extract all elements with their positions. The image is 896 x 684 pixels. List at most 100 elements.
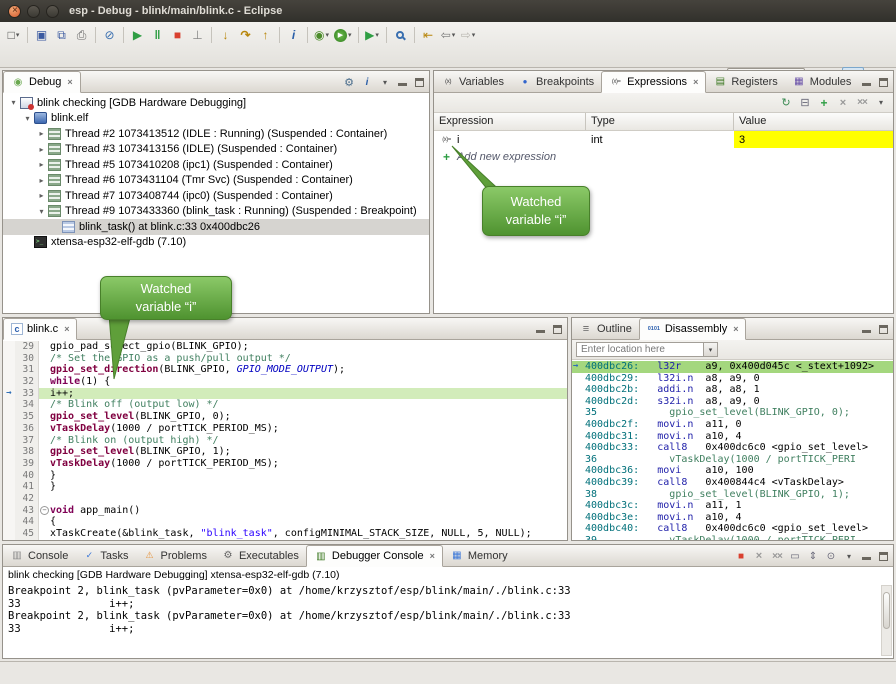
debug-tree-item[interactable]: blink_task() at blink.c:33 0x400dbc26	[3, 219, 429, 235]
code-line[interactable]: 45 xTaskCreate(&blink_task, "blink_task"…	[3, 528, 567, 540]
minimize-view-icon[interactable]	[859, 322, 874, 337]
console-scrollbar[interactable]	[881, 585, 892, 656]
code-line[interactable]: 40 }	[3, 470, 567, 482]
disassembly-line[interactable]: 400dbc33: call8 0x400dc6c0 <gpio_set_lev…	[572, 442, 893, 454]
tab-expressions[interactable]: Expressions	[601, 71, 706, 93]
column-expression[interactable]: Expression	[434, 113, 586, 130]
forward-icon[interactable]: ⇨▾	[459, 25, 478, 45]
pin-console-icon[interactable]	[823, 548, 839, 564]
maximize-button[interactable]	[46, 5, 59, 18]
add-expression-icon[interactable]	[816, 95, 832, 111]
remove-all-expressions-icon[interactable]	[854, 95, 870, 111]
debug-tree-item[interactable]: ▸Thread #5 1073410208 (ipc1) (Suspended …	[3, 157, 429, 173]
step-into-icon[interactable]: ↓	[216, 25, 235, 45]
breakpoint-ruler[interactable]	[3, 423, 15, 435]
line-number[interactable]: 41	[15, 481, 39, 493]
tab-breakpoints[interactable]: Breakpoints	[511, 71, 601, 92]
instruction-stepping-toggle-icon[interactable]	[359, 74, 375, 90]
disassembly-line[interactable]: 400dbc2f: movi.n a11, 0	[572, 419, 893, 431]
line-number[interactable]: 35	[15, 411, 39, 423]
breakpoint-ruler[interactable]	[3, 341, 15, 353]
line-number[interactable]: 40	[15, 470, 39, 482]
remove-expression-icon[interactable]	[835, 95, 851, 111]
disassembly-line[interactable]: 39 vTaskDelay(1000 / portTICK_PERI	[572, 535, 893, 540]
view-menu-icon[interactable]	[841, 548, 857, 564]
run-icon[interactable]: ▶▾	[332, 25, 354, 45]
tab-outline[interactable]: Outline	[572, 318, 639, 339]
breakpoint-ruler[interactable]	[3, 399, 15, 411]
disconnect-icon[interactable]: ⊥	[188, 25, 207, 45]
code-text[interactable]: vTaskDelay(1000 / portTICK_PERIOD_MS);	[50, 458, 567, 470]
breakpoint-ruler[interactable]	[3, 364, 15, 376]
clear-console-icon[interactable]	[787, 548, 803, 564]
line-number[interactable]: 43	[15, 505, 39, 517]
code-line[interactable]: 37 /* Blink on (output high) */	[3, 435, 567, 447]
line-number[interactable]: 34	[15, 399, 39, 411]
close-button[interactable]	[8, 5, 21, 18]
editor-code[interactable]: 29 gpio_pad_select_gpio(BLINK_GPIO);30 /…	[3, 340, 567, 540]
debug-tree-item[interactable]: xtensa-esp32-elf-gdb (7.10)	[3, 235, 429, 251]
breakpoint-ruler[interactable]	[3, 481, 15, 493]
expander-collapsed-icon[interactable]: ▸	[35, 191, 48, 200]
disassembly-line[interactable]: 400dbc3c: movi.n a11, 1	[572, 500, 893, 512]
line-number[interactable]: 38	[15, 446, 39, 458]
save-icon[interactable]: ▣	[32, 25, 51, 45]
line-number[interactable]: 37	[15, 435, 39, 447]
console-output[interactable]: Breakpoint 2, blink_task (pvParameter=0x…	[3, 583, 893, 658]
minimize-view-icon[interactable]	[859, 75, 874, 90]
breakpoint-ruler[interactable]	[3, 353, 15, 365]
disassembly-line[interactable]: 38 gpio_set_level(BLINK_GPIO, 1);	[572, 489, 893, 501]
column-type[interactable]: Type	[586, 113, 734, 130]
line-number[interactable]: 36	[15, 423, 39, 435]
close-tab-icon[interactable]	[733, 324, 738, 334]
breakpoint-ruler[interactable]	[3, 528, 15, 540]
tab-debugger-console[interactable]: Debugger Console	[306, 545, 443, 567]
step-return-icon[interactable]: ↑	[256, 25, 275, 45]
maximize-view-icon[interactable]	[876, 549, 891, 564]
tab-registers[interactable]: Registers	[706, 71, 784, 92]
tab-problems[interactable]: Problems	[135, 545, 213, 566]
expander-expanded-icon[interactable]: ▾	[7, 98, 20, 107]
line-number[interactable]: 42	[15, 493, 39, 505]
line-number[interactable]: 32	[15, 376, 39, 388]
external-tools-icon[interactable]: ▶▾	[363, 25, 382, 45]
tab-blink-c[interactable]: blink.c	[3, 318, 77, 340]
view-menu-icon[interactable]	[873, 95, 889, 111]
code-text[interactable]: }	[50, 481, 567, 493]
tab-deb[interactable]: Debug	[3, 71, 81, 93]
breakpoint-ruler[interactable]	[3, 376, 15, 388]
debug-tree-item[interactable]: ▾Thread #9 1073433360 (blink_task : Runn…	[3, 204, 429, 220]
view-gears-icon[interactable]	[341, 74, 357, 90]
scrollbar-thumb[interactable]	[883, 592, 890, 630]
code-text[interactable]: gpio_set_direction(BLINK_GPIO, GPIO_MODE…	[50, 364, 567, 376]
line-number[interactable]: 44	[15, 516, 39, 528]
code-line[interactable]: 29 gpio_pad_select_gpio(BLINK_GPIO);	[3, 341, 567, 353]
tab-tasks[interactable]: Tasks	[75, 545, 135, 566]
code-text[interactable]: vTaskDelay(1000 / portTICK_PERIOD_MS);	[50, 423, 567, 435]
column-value[interactable]: Value	[734, 113, 893, 130]
code-line[interactable]: 39 vTaskDelay(1000 / portTICK_PERIOD_MS)…	[3, 458, 567, 470]
tab-executables[interactable]: Executables	[214, 545, 306, 566]
code-line[interactable]: 42	[3, 493, 567, 505]
location-dropdown-icon[interactable]	[704, 342, 718, 357]
disassembly-line[interactable]: 36 vTaskDelay(1000 / portTICK_PERI	[572, 454, 893, 466]
code-line[interactable]: 38 gpio_set_level(BLINK_GPIO, 1);	[3, 446, 567, 458]
remove-launch-icon[interactable]	[751, 548, 767, 564]
disassembly-line[interactable]: →400dbc26: l32r a9, 0x400d045c <_stext+1…	[572, 361, 893, 373]
code-line[interactable]: 43−void app_main()	[3, 505, 567, 517]
code-text[interactable]: gpio_set_level(BLINK_GPIO, 0);	[50, 411, 567, 423]
line-number[interactable]: 33	[15, 388, 39, 400]
close-tab-icon[interactable]	[64, 324, 69, 334]
code-line[interactable]: 41}	[3, 481, 567, 493]
minimize-view-icon[interactable]	[859, 549, 874, 564]
code-text[interactable]: /* Set the GPIO as a push/pull output */	[50, 353, 567, 365]
maximize-view-icon[interactable]	[550, 322, 565, 337]
line-number[interactable]: 30	[15, 353, 39, 365]
debug-tree-item[interactable]: ▸Thread #6 1073431104 (Tmr Svc) (Suspend…	[3, 173, 429, 189]
line-number[interactable]: 31	[15, 364, 39, 376]
breakpoint-ruler[interactable]	[3, 446, 15, 458]
code-line[interactable]: 30 /* Set the GPIO as a push/pull output…	[3, 353, 567, 365]
collapse-all-icon[interactable]	[797, 95, 813, 111]
code-text[interactable]	[50, 493, 567, 505]
expander-collapsed-icon[interactable]: ▸	[35, 145, 48, 154]
